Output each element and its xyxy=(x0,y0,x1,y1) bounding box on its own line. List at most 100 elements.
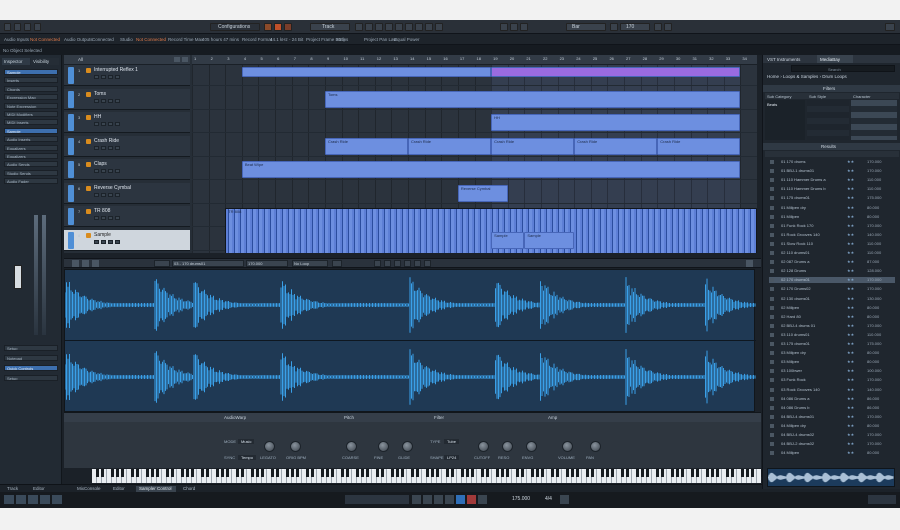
piano-black-key[interactable] xyxy=(205,469,209,477)
editor-toolbar-field[interactable]: 03 - 170 drums01 xyxy=(172,260,244,267)
piano-black-key[interactable] xyxy=(95,469,99,477)
editor-toolbar-field[interactable]: No Loop xyxy=(292,260,328,267)
filter-col-character[interactable]: Character xyxy=(853,94,871,99)
piano-black-key[interactable] xyxy=(380,469,384,477)
piano-black-key[interactable] xyxy=(530,469,534,477)
track-row[interactable]: 1 Interrupted Reflex 1 xyxy=(64,65,190,86)
record-transport-icon[interactable] xyxy=(467,495,476,504)
result-row[interactable]: 03 100bwer ★★ 100.000 xyxy=(769,368,895,374)
mute-button[interactable] xyxy=(94,239,99,244)
result-row[interactable]: 04 086 Drums a ★★ 86.000 xyxy=(769,396,895,402)
inspector-bottom-section[interactable]: Setup xyxy=(4,375,58,381)
piano-black-key[interactable] xyxy=(590,469,594,477)
editor-tool-icon[interactable] xyxy=(414,260,421,267)
piano-black-key[interactable] xyxy=(715,469,719,477)
piano-black-key[interactable] xyxy=(435,469,439,477)
subcategory-list[interactable]: Beats xyxy=(765,100,805,140)
piano-black-key[interactable] xyxy=(360,469,364,477)
transport-menu-icon[interactable] xyxy=(560,495,569,504)
forward-icon[interactable] xyxy=(423,495,432,504)
audio-event[interactable]: HH xyxy=(491,114,741,131)
audio-event[interactable]: Crash Ride xyxy=(574,137,658,155)
piano-black-key[interactable] xyxy=(270,469,274,477)
result-row[interactable]: 04 BBJ-4 drums02 ★★ 170.000 xyxy=(769,432,895,438)
piano-black-key[interactable] xyxy=(180,469,184,477)
result-row[interactable]: 04 BBJ-2 drums02 ★★ 170.000 xyxy=(769,441,895,447)
read-button[interactable] xyxy=(108,145,113,150)
piano-black-key[interactable] xyxy=(425,469,429,477)
piano-black-key[interactable] xyxy=(550,469,554,477)
piano-black-key[interactable] xyxy=(655,469,659,477)
sampler-param-value[interactable]: Tempo xyxy=(238,455,257,460)
piano-black-key[interactable] xyxy=(400,469,404,477)
solo-editor-icon[interactable] xyxy=(72,260,79,267)
read-button[interactable] xyxy=(108,169,113,173)
inspector-section[interactable]: Expression Map xyxy=(4,94,58,101)
result-row[interactable]: 02 170 Drums02 ★★ 170.000 xyxy=(769,286,895,292)
result-row[interactable]: 03 Funk Rock ★★ 170.000 xyxy=(769,377,895,383)
piano-black-key[interactable] xyxy=(540,469,544,477)
piano-black-key[interactable] xyxy=(430,469,434,477)
sampler-knob[interactable] xyxy=(346,441,357,452)
subcategory-beats[interactable]: Beats xyxy=(767,102,777,107)
piano-black-key[interactable] xyxy=(640,469,644,477)
write-button[interactable] xyxy=(115,75,120,79)
editor-toolbar-field[interactable] xyxy=(332,260,342,267)
right-zone-icon[interactable] xyxy=(34,23,41,31)
piano-black-key[interactable] xyxy=(255,469,259,477)
piano-black-key[interactable] xyxy=(620,469,624,477)
filter-col-subcategory[interactable]: Sub Category xyxy=(767,94,791,99)
tempo-display[interactable]: 175.000 xyxy=(512,496,530,502)
inspector-section[interactable]: Studio Sends xyxy=(4,169,58,176)
sampler-knob[interactable] xyxy=(290,441,301,452)
piano-black-key[interactable] xyxy=(190,469,194,477)
audio-event[interactable]: Crash Ride xyxy=(491,137,575,155)
ruler[interactable]: 1 2 3 4 5 6 7 8 9 10 11 12 13 14 15 16 17 18 19 20 21 22 23 24 2… xyxy=(192,55,757,65)
solo-button[interactable] xyxy=(101,169,106,173)
cycle-icon[interactable] xyxy=(520,23,528,31)
track-row[interactable]: 5 Claps xyxy=(64,159,190,180)
piano-black-key[interactable] xyxy=(200,469,204,477)
piano-black-key[interactable] xyxy=(705,469,709,477)
solo-button[interactable] xyxy=(101,239,106,244)
cycle-transport-icon[interactable] xyxy=(434,495,443,504)
inspector-section[interactable]: Chords xyxy=(4,85,58,92)
write-button[interactable] xyxy=(115,216,120,220)
editor-tool-icon[interactable] xyxy=(404,260,411,267)
result-row[interactable]: 04 BBJ-4 drums01 ★★ 170.000 xyxy=(769,414,895,420)
result-row[interactable]: 01 Slow Rock 110 ★★ 110.000 xyxy=(769,241,895,247)
piano-black-key[interactable] xyxy=(235,469,239,477)
track-options-icon[interactable] xyxy=(182,57,188,62)
vst-instruments-tab[interactable]: VST Instruments xyxy=(767,57,800,62)
piano-black-key[interactable] xyxy=(240,469,244,477)
start-icon[interactable] xyxy=(456,495,465,504)
audio-event[interactable] xyxy=(241,67,492,77)
read-button[interactable] xyxy=(108,192,113,197)
sampler-param-value[interactable]: Music xyxy=(238,439,255,444)
punch-icon[interactable] xyxy=(284,23,292,31)
character-list[interactable] xyxy=(851,100,897,140)
piano-black-key[interactable] xyxy=(745,469,749,477)
piano-black-key[interactable] xyxy=(565,469,569,477)
result-row[interactable]: 01 110 Hammer Drums b ★★ 110.000 xyxy=(769,186,895,192)
tool-mute-icon[interactable] xyxy=(415,23,423,31)
piano-black-key[interactable] xyxy=(145,469,149,477)
track-row[interactable]: 7 TR 808 xyxy=(64,206,190,227)
piano-black-key[interactable] xyxy=(355,469,359,477)
piano-black-key[interactable] xyxy=(600,469,604,477)
inspector-section[interactable]: Audio Fader xyxy=(4,178,58,185)
piano-black-key[interactable] xyxy=(515,469,519,477)
result-row[interactable]: 03 Rock Grooves 140 ★★ 140.000 xyxy=(769,387,895,393)
sampler-knob[interactable] xyxy=(264,441,275,452)
piano-black-key[interactable] xyxy=(325,469,329,477)
mute-button[interactable] xyxy=(94,145,99,150)
constrain-icon[interactable] xyxy=(264,23,272,31)
mixer-icon[interactable] xyxy=(868,495,896,504)
solo-button[interactable] xyxy=(101,145,106,150)
snap-icon[interactable] xyxy=(610,23,618,31)
rewind-icon[interactable] xyxy=(412,495,421,504)
piano-black-key[interactable] xyxy=(570,469,574,477)
metronome-icon[interactable] xyxy=(654,23,662,31)
result-row[interactable]: 03 Millpen ★★ 80.000 xyxy=(769,359,895,365)
result-row[interactable]: 01 Funk Rock 170 ★★ 170.000 xyxy=(769,223,895,229)
